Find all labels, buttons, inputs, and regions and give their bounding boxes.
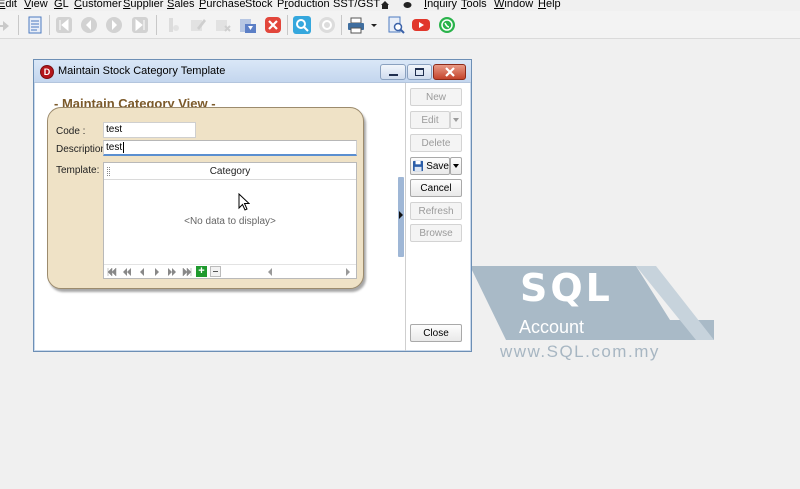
template-grid[interactable]: Category <No data to display> + — [103, 162, 357, 279]
dialog-title: Maintain Stock Category Template — [58, 65, 226, 77]
refresh-icon[interactable] — [317, 15, 337, 35]
floppy-disk-icon — [413, 160, 424, 172]
menu-help[interactable]: Help — [538, 0, 561, 10]
description-label: Description: — [56, 144, 109, 155]
menu-inquiry[interactable]: Inquiry — [424, 0, 457, 10]
youtube-icon[interactable] — [411, 15, 431, 35]
next-record-icon[interactable] — [104, 15, 124, 35]
close-button[interactable]: Close — [410, 324, 462, 342]
scroll-left-icon[interactable] — [264, 267, 276, 277]
grid-empty-message: <No data to display> — [184, 216, 276, 227]
menu-stock[interactable]: Stock — [245, 0, 273, 10]
cancel-button-label: Cancel — [420, 182, 452, 194]
close-button-label: Close — [423, 327, 449, 339]
delete-button[interactable]: Delete — [410, 134, 462, 152]
first-record-icon[interactable] — [54, 15, 74, 35]
save-dropdown-button[interactable] — [450, 157, 462, 175]
tool-icon[interactable] — [163, 15, 183, 35]
previous-record-icon[interactable] — [79, 15, 99, 35]
mouse-cursor-icon — [238, 193, 250, 211]
save-button-label: Save — [426, 160, 449, 172]
code-label: Code : — [56, 126, 86, 137]
menu-window[interactable]: Window — [494, 0, 533, 10]
chevron-down-icon — [453, 164, 459, 168]
cloud-icon[interactable] — [403, 0, 412, 8]
watermark-url: www.SQL.com.my — [500, 342, 660, 361]
cancel-icon[interactable] — [263, 15, 283, 35]
template-label: Template: — [56, 165, 100, 176]
menu-gl[interactable]: GL — [54, 0, 69, 10]
nav-next-page-icon[interactable] — [166, 267, 178, 277]
delete-icon[interactable] — [213, 15, 233, 35]
scroll-right-icon[interactable] — [342, 267, 354, 277]
grid-header: Category — [104, 163, 356, 180]
menu-tools[interactable]: Tools — [461, 0, 487, 10]
watermark-logo: SQL — [520, 266, 613, 310]
nav-first-icon[interactable] — [106, 267, 118, 277]
toolbar — [0, 11, 800, 39]
menu-supplier[interactable]: Supplier — [123, 0, 163, 10]
last-record-icon[interactable] — [130, 15, 150, 35]
minimize-icon — [388, 74, 398, 76]
home-icon[interactable] — [381, 0, 389, 9]
splitter-arrow-icon[interactable] — [398, 211, 404, 219]
code-field[interactable]: test — [103, 122, 196, 138]
description-value: test — [106, 142, 123, 154]
close-icon — [444, 67, 455, 77]
browse-button[interactable]: Browse — [410, 224, 462, 242]
menu-sales[interactable]: Sales — [167, 0, 195, 10]
menu-sst-gst[interactable]: SST/GST — [333, 0, 380, 10]
menu-bar: Edit View GL Customer Supplier Sales Pur… — [0, 0, 800, 11]
minimize-button[interactable] — [380, 64, 406, 80]
description-field[interactable]: test — [103, 140, 357, 156]
nav-last-icon[interactable] — [181, 267, 193, 277]
text-caret — [123, 142, 125, 153]
new-button[interactable]: New — [410, 88, 462, 106]
watermark-product: Account — [519, 317, 585, 337]
save-button[interactable]: Save — [410, 157, 450, 175]
nav-prev-page-icon[interactable] — [121, 267, 133, 277]
nav-remove-icon[interactable] — [210, 266, 221, 277]
print-dropdown-icon[interactable] — [369, 15, 379, 35]
menu-purchase[interactable]: Purchase — [199, 0, 245, 10]
close-window-button[interactable] — [433, 64, 466, 80]
app-logo-icon: D — [40, 65, 54, 79]
category-form-panel: Code : test Description: test Template: … — [47, 107, 364, 289]
delete-button-label: Delete — [421, 137, 451, 149]
edit-icon[interactable] — [188, 15, 208, 35]
menu-customer[interactable]: Customer — [74, 0, 122, 10]
menu-edit[interactable]: Edit — [0, 0, 17, 10]
download-icon[interactable] — [238, 15, 258, 35]
print-icon[interactable] — [346, 15, 366, 35]
preview-icon[interactable] — [386, 15, 406, 35]
edit-button[interactable]: Edit — [410, 111, 450, 129]
dialog-title-bar[interactable]: D Maintain Stock Category Template — [34, 60, 471, 83]
chevron-down-icon — [453, 118, 459, 122]
maintain-stock-category-dialog: D Maintain Stock Category Template - Mai… — [33, 59, 472, 352]
button-column-divider — [405, 83, 406, 351]
nav-add-icon[interactable]: + — [196, 266, 207, 277]
menu-view[interactable]: View — [24, 0, 48, 10]
grid-navigator: + — [104, 264, 356, 278]
document-icon[interactable] — [25, 15, 45, 35]
sql-account-watermark: SQL Account www.SQL.com.my — [470, 262, 730, 372]
open-icon[interactable] — [0, 15, 14, 35]
new-button-label: New — [425, 91, 446, 103]
find-icon[interactable] — [292, 15, 312, 35]
maximize-icon — [415, 68, 424, 76]
whatsapp-icon[interactable] — [437, 15, 457, 35]
refresh-button[interactable]: Refresh — [410, 202, 462, 220]
menu-production[interactable]: Production — [277, 0, 330, 10]
browse-button-label: Browse — [419, 227, 453, 239]
refresh-button-label: Refresh — [418, 205, 454, 217]
nav-prev-icon[interactable] — [136, 267, 148, 277]
nav-next-icon[interactable] — [151, 267, 163, 277]
grid-column-category[interactable]: Category — [104, 166, 356, 177]
edit-dropdown-button[interactable] — [450, 111, 462, 129]
edit-button-label: Edit — [421, 114, 439, 126]
cancel-button[interactable]: Cancel — [410, 179, 462, 197]
maximize-button[interactable] — [407, 64, 432, 80]
